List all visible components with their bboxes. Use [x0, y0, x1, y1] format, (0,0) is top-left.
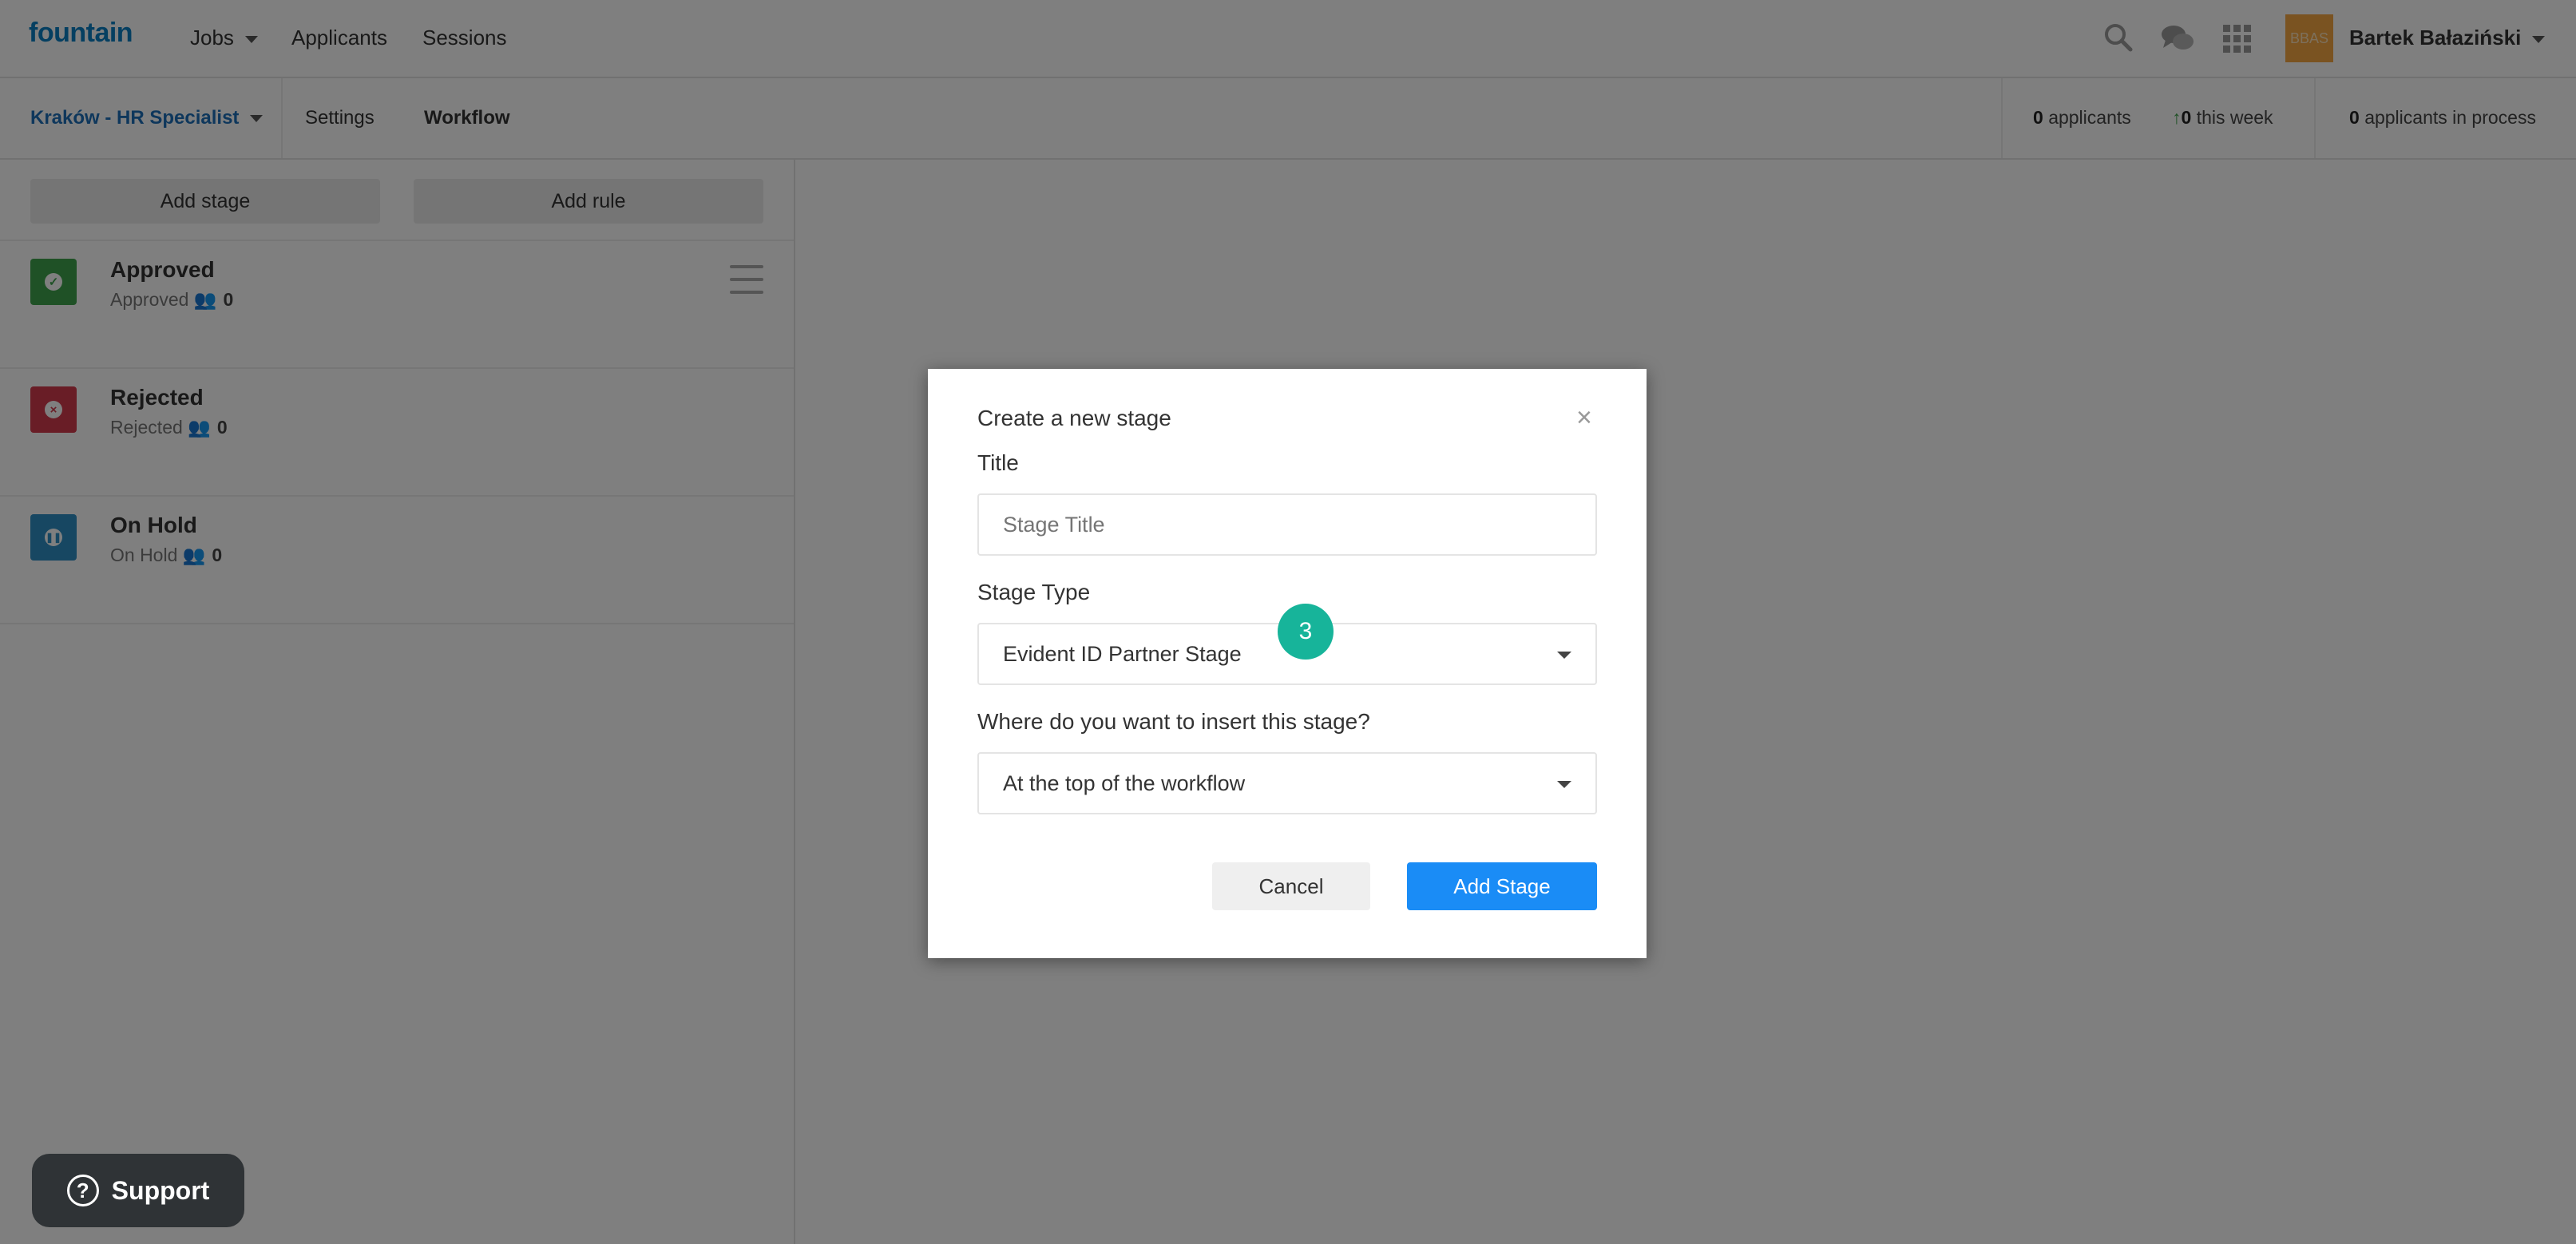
insert-position-value: At the top of the workflow — [1003, 771, 1246, 795]
dropdown-arrow-icon — [1557, 781, 1571, 788]
modal-title: Create a new stage — [977, 406, 1171, 430]
create-stage-modal: Create a new stage × Title Stage Type Ev… — [928, 369, 1647, 958]
dropdown-arrow-icon — [1557, 652, 1571, 659]
title-label: Title — [977, 450, 1019, 475]
stage-title-input[interactable] — [977, 493, 1597, 556]
insert-position-label: Where do you want to insert this stage? — [977, 709, 1370, 734]
support-label: Support — [111, 1175, 210, 1205]
stage-type-label: Stage Type — [977, 580, 1091, 604]
help-icon: ? — [66, 1175, 99, 1206]
insert-position-select[interactable]: At the top of the workflow — [977, 752, 1597, 814]
add-stage-submit-button[interactable]: Add Stage — [1407, 862, 1597, 910]
support-button[interactable]: ? Support — [32, 1154, 244, 1227]
stage-type-value: Evident ID Partner Stage — [1003, 641, 1242, 666]
close-icon[interactable]: × — [1576, 402, 1592, 434]
cancel-button[interactable]: Cancel — [1212, 862, 1370, 910]
step-indicator-badge: 3 — [1278, 604, 1334, 660]
